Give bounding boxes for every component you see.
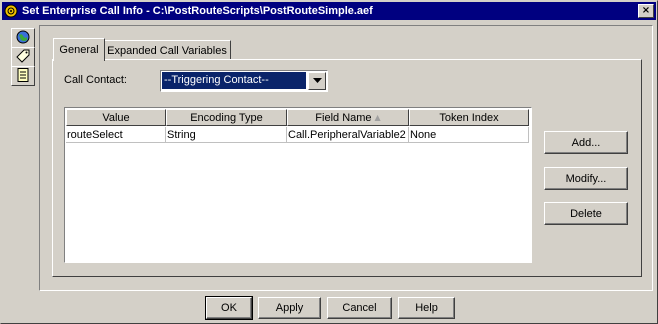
tab-general[interactable]: General — [53, 38, 105, 61]
column-header-encoding-type[interactable]: Encoding Type — [166, 109, 287, 126]
chevron-down-icon[interactable] — [308, 72, 326, 90]
sort-ascending-icon: ▲ — [374, 113, 381, 122]
cancel-button[interactable]: Cancel — [327, 297, 392, 319]
title-bar[interactable]: Set Enterprise Call Info - C:\PostRouteS… — [2, 2, 656, 20]
document-icon — [15, 67, 31, 86]
side-tool-tag[interactable] — [11, 47, 35, 67]
column-header-encoding-type-label: Encoding Type — [190, 111, 263, 124]
side-tool-document[interactable] — [11, 66, 35, 86]
call-contact-dropdown[interactable]: --Triggering Contact-- — [160, 70, 328, 92]
help-button[interactable]: Help — [398, 297, 455, 319]
window-title: Set Enterprise Call Info - C:\PostRouteS… — [22, 5, 373, 17]
call-contact-label: Call Contact: — [64, 74, 127, 86]
app-icon — [4, 4, 18, 18]
tab-general-label: General — [59, 44, 99, 56]
delete-button[interactable]: Delete — [544, 202, 628, 225]
tab-expanded-call-variables-label: Expanded Call Variables — [107, 44, 227, 57]
column-header-value-label: Value — [102, 111, 130, 124]
globe-icon — [15, 29, 31, 48]
modify-button[interactable]: Modify... — [544, 167, 628, 190]
column-header-token-index[interactable]: Token Index — [409, 109, 529, 126]
close-icon[interactable]: × — [638, 4, 654, 18]
call-variables-table[interactable]: Value Encoding Type Field Name ▲ Token I… — [64, 107, 532, 263]
ok-button[interactable]: OK — [205, 296, 253, 320]
column-header-value[interactable]: Value — [66, 109, 166, 126]
side-tool-globe[interactable] — [11, 28, 35, 48]
table-cell-token-index[interactable]: None — [409, 127, 529, 143]
table-cell-field-name[interactable]: Call.PeripheralVariable2 — [287, 127, 409, 143]
apply-button[interactable]: Apply — [258, 297, 321, 319]
table-cell-encoding-type[interactable]: String — [166, 127, 287, 143]
column-header-token-index-label: Token Index — [439, 111, 499, 124]
table-cell-value[interactable]: routeSelect — [66, 127, 166, 143]
tab-expanded-call-variables[interactable]: Expanded Call Variables — [103, 40, 231, 60]
column-header-field-name-label: Field Name — [315, 111, 372, 124]
add-button[interactable]: Add... — [544, 131, 628, 154]
column-header-field-name[interactable]: Field Name ▲ — [287, 109, 409, 126]
call-contact-value: --Triggering Contact-- — [162, 72, 306, 89]
tag-icon — [15, 48, 31, 67]
